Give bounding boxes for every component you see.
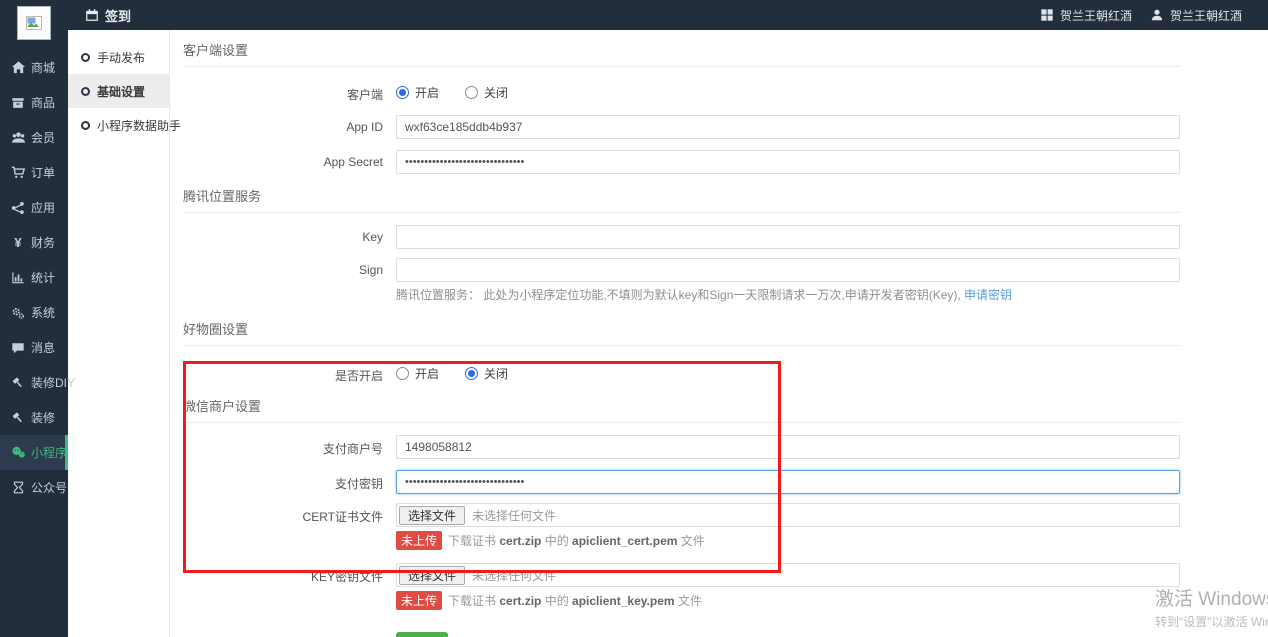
calendar-icon [85, 8, 99, 22]
cert-choose-file-button[interactable]: 选择文件 [399, 506, 465, 525]
sub-sidebar: 手动发布 基础设置 小程序数据助手 [68, 30, 170, 637]
home-icon [10, 60, 26, 75]
sidebar-item-mall[interactable]: 商城 [0, 50, 68, 85]
sidebar-item-miniprogram[interactable]: 小程序 [0, 435, 68, 470]
app-id-label: App ID [183, 115, 383, 134]
shop-name: 贺兰王朝红酒 [1060, 7, 1132, 24]
pay-key-label: 支付密钥 [183, 470, 383, 492]
sidebar-item-members[interactable]: 会员 [0, 120, 68, 155]
share-nodes-icon [10, 201, 26, 215]
section-title-tencent-location: 腾讯位置服务 [183, 188, 1268, 206]
hourglass-icon [10, 481, 26, 494]
circle-on-radio[interactable] [396, 367, 409, 380]
gavel-icon [10, 376, 26, 390]
circle-icon [81, 121, 90, 130]
page-title: 签到 [85, 6, 131, 25]
sidebar-item-stats[interactable]: 统计 [0, 260, 68, 295]
circle-enable-label: 是否开启 [183, 362, 383, 384]
section-title-client: 客户端设置 [183, 42, 1268, 60]
sidebar-item-finance[interactable]: ¥ 财务 [0, 225, 68, 260]
sign-label: Sign [183, 258, 383, 277]
client-off-radio[interactable] [465, 86, 478, 99]
comment-icon [10, 341, 26, 355]
grid-icon [1040, 8, 1054, 22]
key-choose-file-button[interactable]: 选择文件 [399, 566, 465, 585]
sidebar-item-goods[interactable]: 商品 [0, 85, 68, 120]
bar-chart-icon [10, 271, 26, 285]
sidebar-item-messages[interactable]: 消息 [0, 330, 68, 365]
sidebar-item-diy[interactable]: 装修DIY [0, 365, 68, 400]
wechat-bubbles-icon [10, 445, 26, 460]
submenu-item-data-assistant[interactable]: 小程序数据助手 [68, 108, 169, 142]
key-file-input[interactable]: 选择文件 未选择任何文件 [396, 563, 1180, 587]
client-on-radio[interactable] [396, 86, 409, 99]
client-label: 客户端 [183, 81, 383, 103]
location-service-hint: 腾讯位置服务： 此处为小程序定位功能,不填则为默认key和Sign一天限制请求一… [396, 286, 1268, 303]
topbar: 签到 贺兰王朝红酒 贺兰王朝红酒 [68, 0, 1268, 30]
divider [183, 422, 1180, 423]
divider [183, 212, 1180, 213]
user-name: 贺兰王朝红酒 [1170, 7, 1242, 24]
topbar-user-menu[interactable]: 贺兰王朝红酒 [1150, 7, 1268, 24]
submenu-item-basic-settings[interactable]: 基础设置 [68, 74, 169, 108]
sign-input[interactable] [396, 258, 1180, 282]
merchant-id-label: 支付商户号 [183, 435, 383, 457]
key-label: Key [183, 225, 383, 244]
apply-key-link[interactable]: 申请密钥 [964, 288, 1012, 302]
key-file-label: KEY密钥文件 [183, 563, 383, 585]
cert-file-input[interactable]: 选择文件 未选择任何文件 [396, 503, 1180, 527]
cart-icon [10, 165, 26, 180]
section-title-wechat-merchant: 微信商户设置 [183, 398, 1268, 416]
section-title-goods-circle: 好物圈设置 [183, 321, 1268, 339]
sidebar-item-decorate[interactable]: 装修 [0, 400, 68, 435]
cert-upload-note: 未上传 下载证书 cert.zip 中的 apiclient_cert.pem … [396, 531, 1268, 550]
submenu-item-manual-publish[interactable]: 手动发布 [68, 40, 169, 74]
app-secret-label: App Secret [183, 150, 383, 169]
product-box-icon [10, 96, 26, 110]
circle-icon [81, 87, 90, 96]
circle-icon [81, 53, 90, 62]
key-no-file-text: 未选择任何文件 [472, 567, 556, 584]
cert-no-file-text: 未选择任何文件 [472, 507, 556, 524]
circle-off-radio[interactable] [465, 367, 478, 380]
submit-button[interactable]: 提交 [396, 632, 448, 637]
settings-form: 客户端设置 客户端 开启 关闭 App ID App Secret 腾讯位置服务… [170, 30, 1268, 637]
topbar-shop-menu[interactable]: 贺兰王朝红酒 [1040, 7, 1132, 24]
key-input[interactable] [396, 225, 1180, 249]
divider [183, 345, 1180, 346]
sidebar-item-official-account[interactable]: 公众号 [0, 470, 68, 505]
cert-file-label: CERT证书文件 [183, 503, 383, 525]
main-sidebar: 商城 商品 会员 订单 应用 ¥ 财务 统计 系统 消息 装修DIY 装修 [0, 0, 68, 637]
sidebar-item-system[interactable]: 系统 [0, 295, 68, 330]
cert-not-uploaded-badge: 未上传 [396, 531, 442, 550]
shop-logo[interactable] [17, 6, 51, 40]
app-id-input[interactable] [396, 115, 1180, 139]
yen-icon: ¥ [10, 236, 26, 250]
sidebar-item-orders[interactable]: 订单 [0, 155, 68, 190]
sidebar-item-apps[interactable]: 应用 [0, 190, 68, 225]
user-icon [1150, 8, 1164, 22]
broken-image-icon [26, 16, 42, 30]
gavel-icon [10, 411, 26, 425]
pay-key-input[interactable] [396, 470, 1180, 494]
users-icon [10, 130, 26, 145]
divider [183, 66, 1180, 67]
app-secret-input[interactable] [396, 150, 1180, 174]
key-upload-note: 未上传 下载证书 cert.zip 中的 apiclient_key.pem 文… [396, 591, 1268, 610]
key-not-uploaded-badge: 未上传 [396, 591, 442, 610]
merchant-id-input[interactable] [396, 435, 1180, 459]
gears-icon [10, 306, 26, 320]
